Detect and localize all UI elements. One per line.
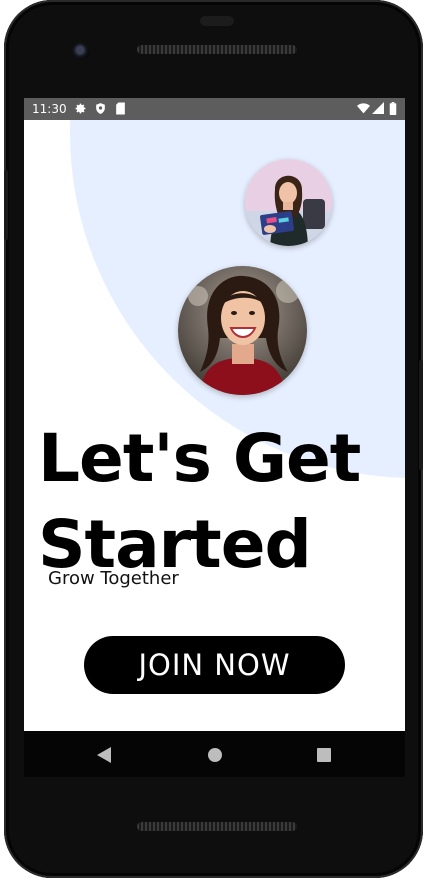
- avatar-small: [245, 159, 332, 246]
- back-icon: [97, 747, 111, 763]
- top-speaker: [137, 45, 297, 54]
- status-time: 11:30: [32, 102, 67, 116]
- back-button[interactable]: [92, 743, 116, 767]
- proximity-sensor: [200, 16, 234, 26]
- page-title: Let's Get Started: [38, 416, 398, 588]
- status-bar: 11:30: [24, 98, 405, 120]
- system-nav-bar: [24, 731, 405, 777]
- app-screen: 11:30 Let's Get Started Grow Together JO…: [24, 98, 405, 731]
- bottom-speaker: [137, 822, 297, 831]
- avatar-large: [178, 266, 307, 395]
- front-camera: [72, 42, 90, 60]
- woman-smiling-icon: [178, 266, 307, 395]
- signal-icon: [372, 102, 384, 117]
- title-line-1: Let's Get: [38, 420, 361, 497]
- home-icon: [208, 748, 222, 762]
- wifi-icon: [357, 102, 370, 117]
- battery-icon: [389, 102, 397, 118]
- shield-icon: [94, 102, 107, 118]
- woman-reading-icon: [245, 159, 332, 246]
- recents-button[interactable]: [312, 743, 336, 767]
- home-button[interactable]: [203, 743, 227, 767]
- sd-card-icon: [115, 102, 126, 118]
- volume-button: [419, 360, 423, 470]
- join-now-button[interactable]: JOIN NOW: [84, 636, 345, 694]
- gear-icon: [74, 102, 87, 118]
- recents-icon: [317, 748, 331, 762]
- power-button: [4, 170, 8, 240]
- subtitle: Grow Together: [48, 568, 179, 589]
